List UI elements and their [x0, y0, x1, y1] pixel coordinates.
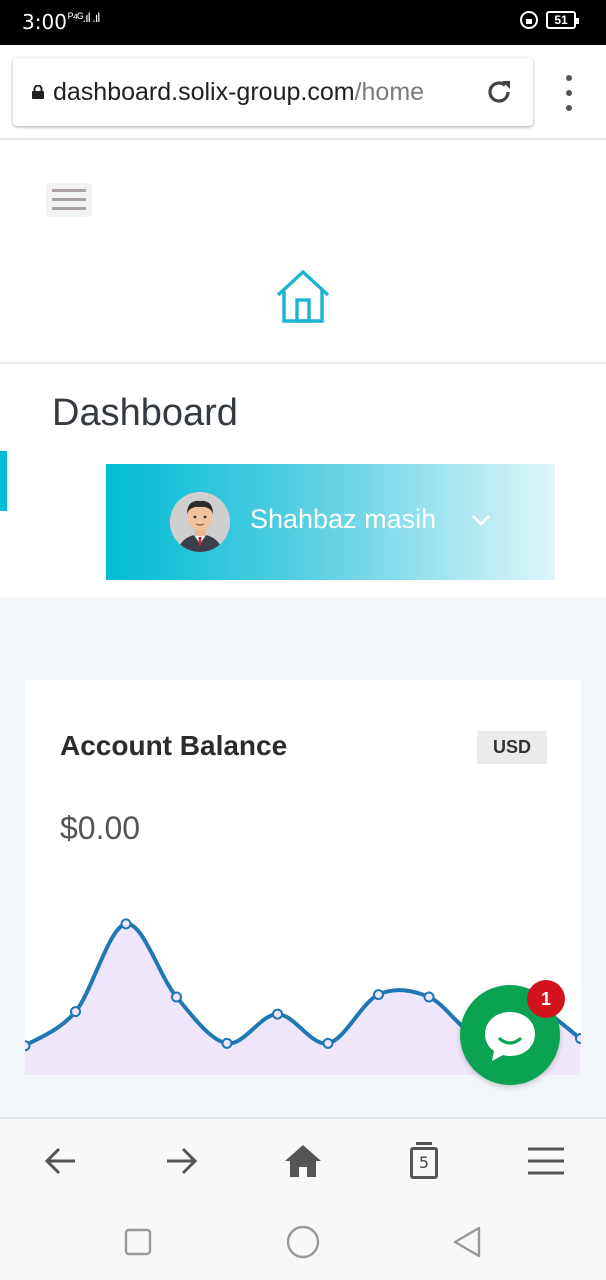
address-bar[interactable]: dashboard.solix-group.com/home: [13, 58, 533, 126]
back-triangle-icon[interactable]: [447, 1222, 487, 1262]
chart-point: [25, 1040, 31, 1052]
chart-point: [70, 1006, 81, 1018]
chart-point: [120, 918, 132, 930]
more-options-icon[interactable]: [560, 75, 578, 111]
lock-icon: [32, 85, 44, 99]
chart-point: [575, 1032, 581, 1044]
browser-bottom-nav: 5: [0, 1117, 606, 1202]
chart-point: [272, 1008, 283, 1020]
chart-point: [423, 991, 435, 1003]
status-right: 51: [520, 11, 579, 29]
system-nav-bar: [0, 1202, 606, 1280]
chart-point: [322, 1037, 334, 1049]
user-dropdown[interactable]: Shahbaz masih: [106, 464, 555, 580]
chart-point: [221, 1037, 233, 1049]
back-arrow-icon[interactable]: [39, 1139, 83, 1183]
chart-point: [171, 991, 182, 1003]
currency-badge[interactable]: USD: [477, 731, 547, 764]
chevron-down-icon: [472, 515, 490, 526]
avatar: [170, 492, 230, 552]
side-indicator: [0, 451, 7, 511]
rotation-lock-icon: [520, 11, 538, 29]
url-text: dashboard.solix-group.com/home: [53, 78, 424, 107]
status-bar: 3:00 ᴾ⁴ᴳ.ıl .ıl 51: [0, 0, 606, 45]
battery-icon: 51: [546, 11, 579, 29]
chat-notification-badge: 1: [527, 980, 565, 1018]
url-path: /home: [354, 78, 425, 106]
hamburger-menu-button[interactable]: [46, 183, 92, 217]
card-title: Account Balance: [60, 730, 288, 761]
balance-value: $0.00: [60, 810, 141, 846]
recent-apps-icon[interactable]: [118, 1222, 158, 1262]
user-name: Shahbaz masih: [250, 504, 437, 534]
home-icon[interactable]: [275, 268, 331, 324]
header-divider: [0, 362, 606, 364]
chart-point: [373, 989, 384, 1001]
status-time: 3:00: [22, 10, 67, 34]
page-title: Dashboard: [52, 392, 238, 434]
chat-bubble-icon: [485, 1012, 535, 1061]
menu-icon[interactable]: [524, 1139, 568, 1183]
url-domain: dashboard.solix-group.com: [53, 78, 355, 106]
forward-arrow-icon[interactable]: [159, 1139, 203, 1183]
tab-count: 5: [410, 1142, 438, 1179]
home-nav-icon[interactable]: [281, 1139, 325, 1183]
signal-icon: ᴾ⁴ᴳ.ıl .ıl: [68, 10, 100, 25]
home-circle-icon[interactable]: [283, 1222, 323, 1262]
tabs-button[interactable]: 5: [402, 1139, 446, 1183]
browser-toolbar: dashboard.solix-group.com/home: [0, 45, 606, 140]
reload-icon[interactable]: [483, 76, 515, 108]
